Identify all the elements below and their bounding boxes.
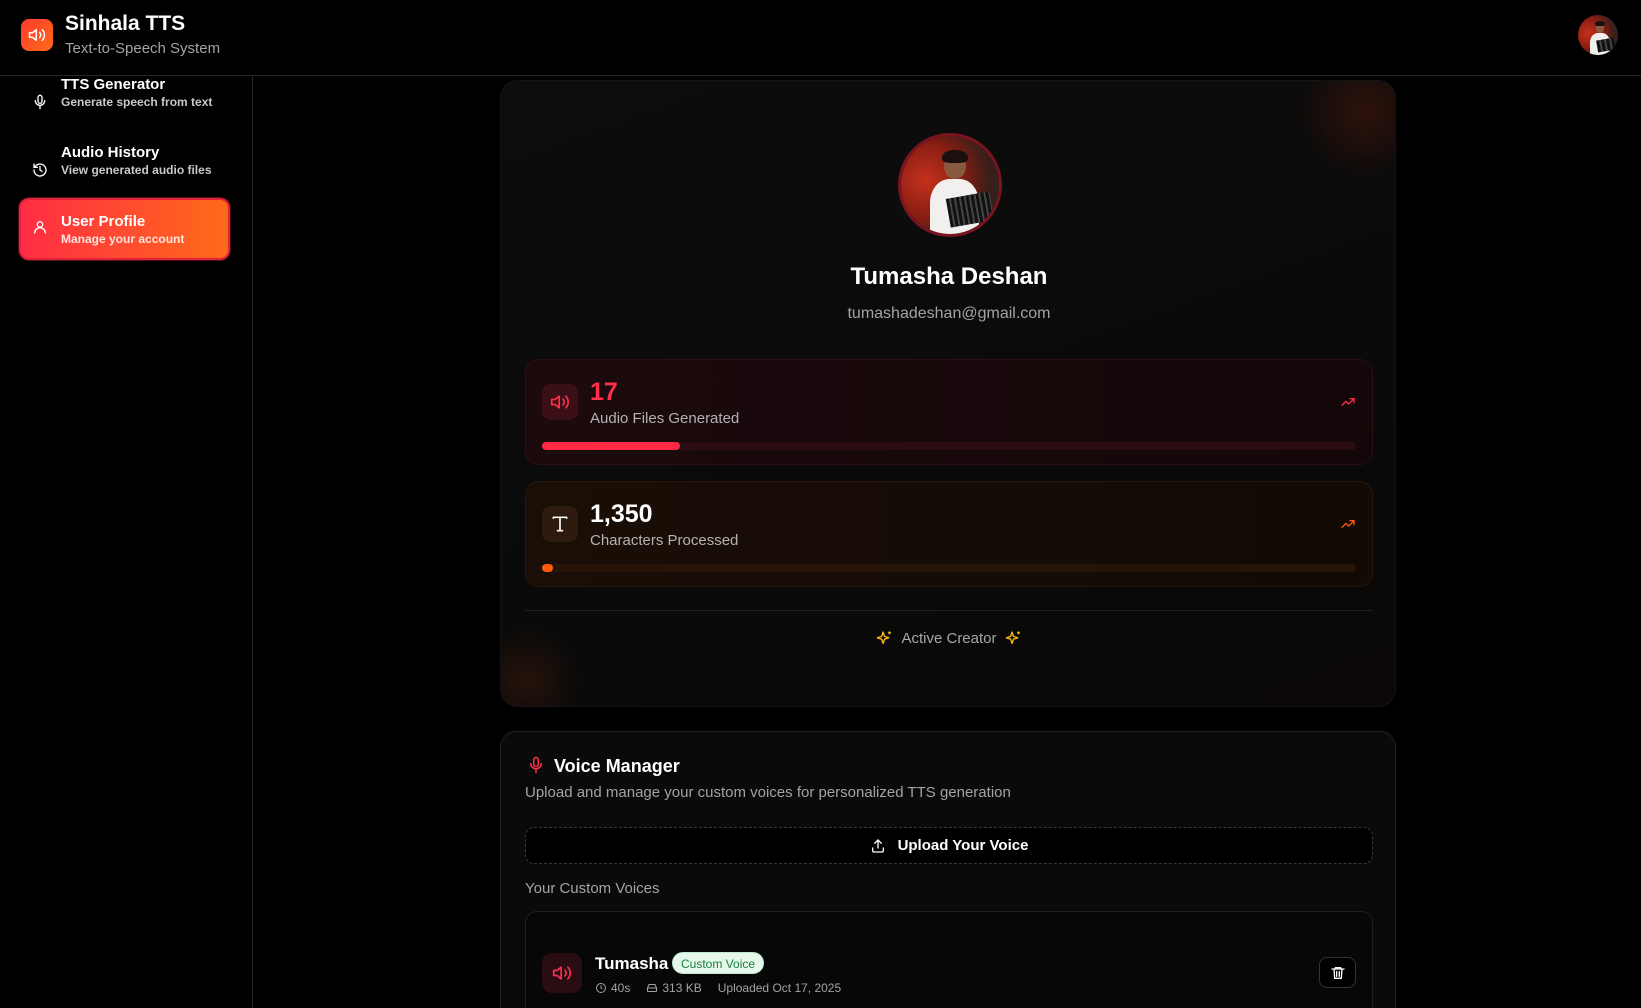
logo[interactable]: [21, 19, 53, 51]
stat-value: 1,350: [590, 500, 653, 528]
stat-value: 17: [590, 378, 618, 406]
trending-up-icon: [1341, 520, 1355, 528]
sidebar-item-tts-generator[interactable]: TTS Generator Generate speech from text: [19, 73, 230, 135]
clock-icon: [596, 983, 606, 993]
divider: [525, 610, 1373, 611]
profile-name: Tumasha Deshan: [850, 263, 1048, 290]
stat-label: Characters Processed: [590, 532, 739, 549]
voice-manager-card: Voice Manager Upload and manage your cus…: [500, 731, 1396, 1008]
voice-manager-description: Upload and manage your custom voices for…: [525, 784, 1011, 801]
sidebar-item-label: Audio History: [61, 144, 160, 161]
profile-card: Tumasha Deshan tumashadeshan@gmail.com 1…: [500, 80, 1396, 707]
sidebar-item-label: User Profile: [61, 213, 146, 230]
upload-voice-button[interactable]: Upload Your Voice: [525, 827, 1373, 864]
history-icon: [33, 163, 47, 177]
profile-email: tumashadeshan@gmail.com: [847, 305, 1051, 322]
creator-label: Active Creator: [901, 630, 997, 647]
sidebar-item-audio-history[interactable]: Audio History View generated audio files: [19, 141, 230, 203]
sidebar-item-user-profile[interactable]: User Profile Manage your account: [19, 198, 230, 260]
user-icon: [34, 221, 46, 234]
sidebar-item-sub: Manage your account: [61, 232, 185, 246]
progress-track: [542, 564, 1356, 572]
type-icon: [552, 516, 568, 532]
profile-avatar[interactable]: [898, 133, 1002, 237]
voice-name: Tumasha: [595, 954, 669, 973]
sparkles-icon: [877, 631, 892, 645]
voice-uploaded: Uploaded Oct 17, 2025: [717, 981, 842, 995]
user-avatar[interactable]: [1578, 15, 1618, 55]
trending-up-icon: [1341, 398, 1355, 406]
delete-voice-button[interactable]: [1319, 957, 1356, 988]
voice-meta: 40s 313 KB Uploaded Oct 17, 2025: [595, 981, 841, 995]
voice-duration: 40s: [611, 981, 631, 995]
speaker-icon: [552, 966, 572, 980]
progress-track: [542, 442, 1356, 450]
stat-characters: 1,350 Characters Processed: [525, 481, 1373, 587]
sidebar-item-sub: View generated audio files: [61, 163, 212, 177]
mic-icon: [530, 756, 542, 774]
trash-icon: [1330, 966, 1345, 979]
stat-label: Audio Files Generated: [590, 410, 740, 427]
sidebar-item-label: TTS Generator: [61, 76, 166, 93]
upload-icon: [871, 838, 884, 853]
stat-audio-files: 17 Audio Files Generated: [525, 359, 1373, 465]
creator-badge: Active Creator: [501, 630, 1395, 647]
upload-voice-label: Upload Your Voice: [897, 837, 1029, 854]
speaker-icon: [28, 29, 46, 41]
app-header: Sinhala TTS Text-to-Speech System: [0, 0, 1641, 76]
mic-icon: [34, 94, 46, 110]
app-title: Sinhala TTS: [65, 12, 186, 35]
custom-voices-title: Your Custom Voices: [525, 880, 660, 897]
custom-voice-badge: Custom Voice: [672, 952, 765, 974]
progress-fill: [542, 564, 553, 572]
sparkles-icon: [1005, 631, 1020, 645]
voice-item: Tumasha Custom Voice 40s 313 KB Uploaded…: [525, 911, 1373, 1008]
progress-fill: [542, 442, 681, 450]
drive-icon: [647, 984, 658, 992]
sidebar-item-sub: Generate speech from text: [61, 95, 213, 109]
sidebar: TTS Generator Generate speech from text …: [0, 76, 253, 1008]
voice-manager-title: Voice Manager: [554, 756, 680, 776]
app-subtitle: Text-to-Speech System: [65, 40, 221, 57]
speaker-icon: [550, 395, 570, 409]
voice-size: 313 KB: [662, 981, 702, 995]
